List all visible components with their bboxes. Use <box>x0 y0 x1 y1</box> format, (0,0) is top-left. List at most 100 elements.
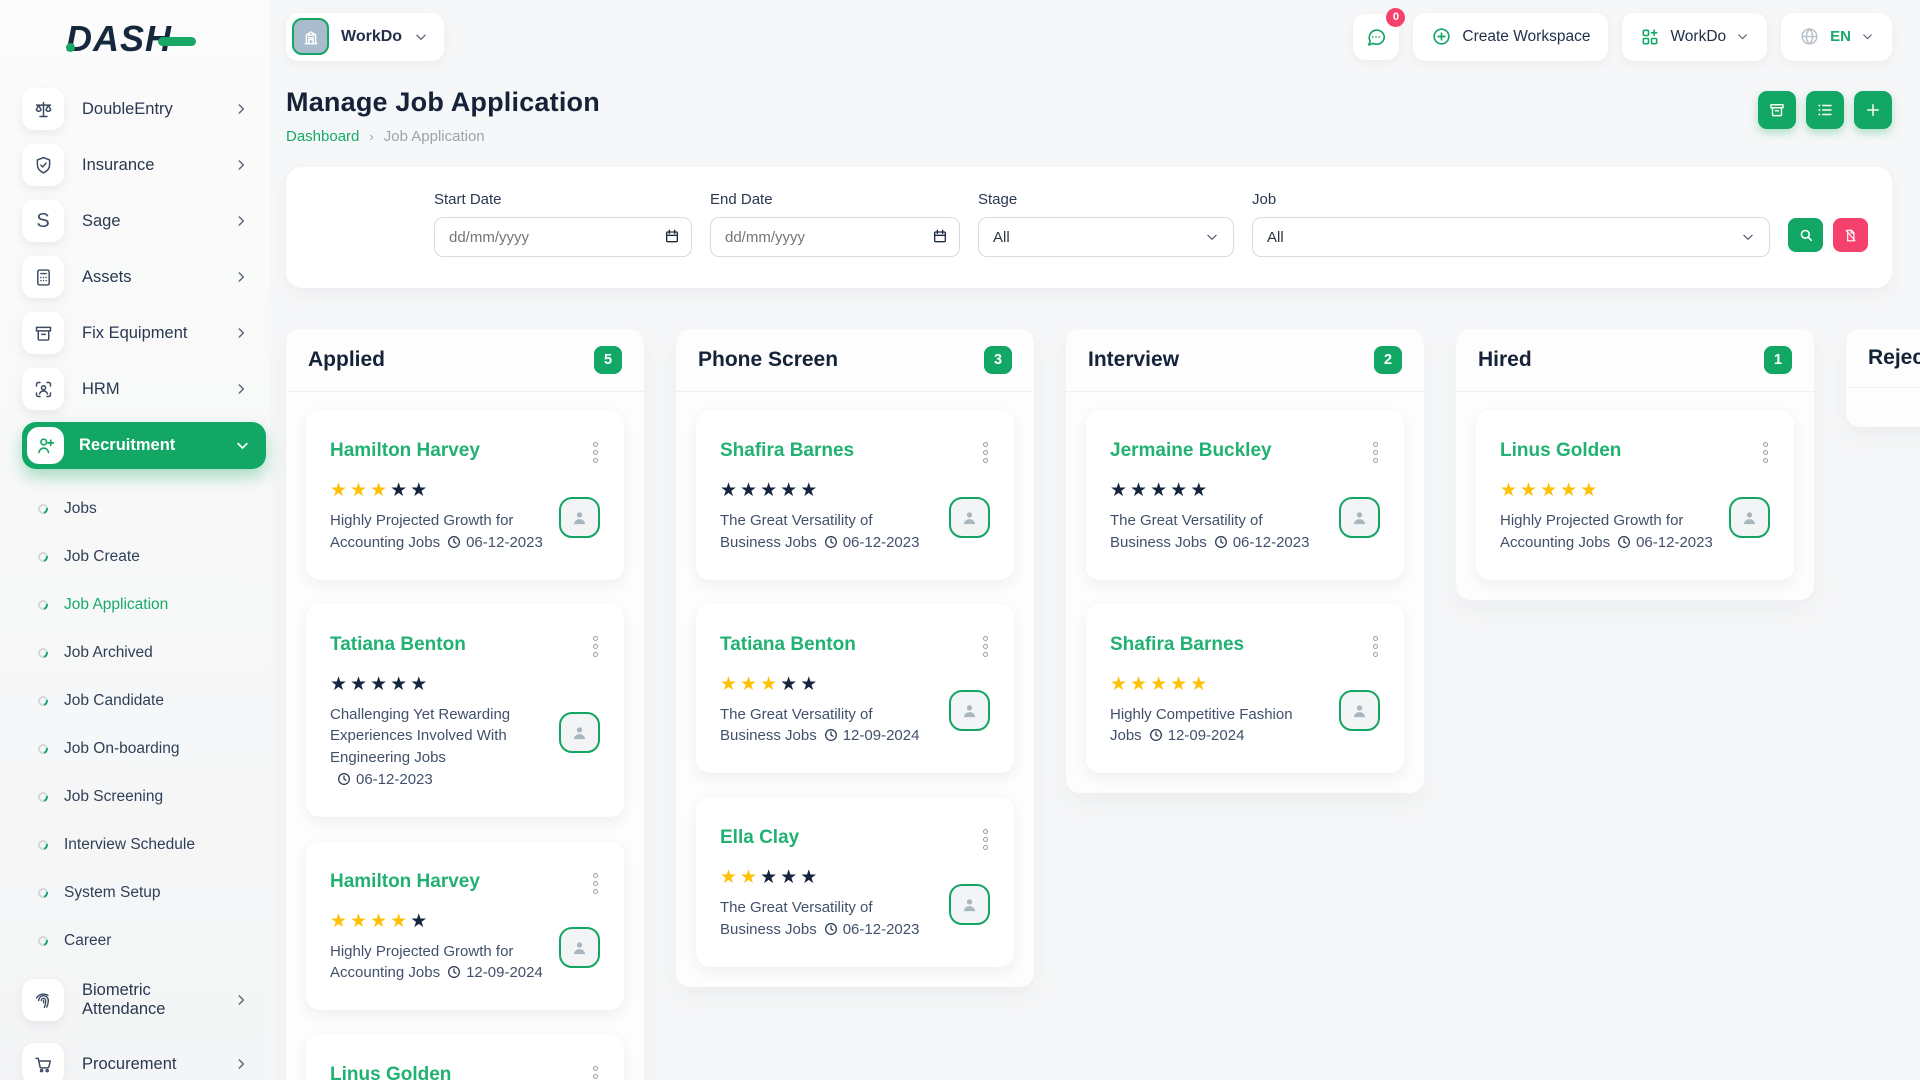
sidebar-item-job-application[interactable]: Job Application <box>22 581 270 629</box>
application-card[interactable]: Tatiana Benton ★★★★★ Challenging Yet Rew… <box>306 604 624 817</box>
candidate-name-link[interactable]: Ella Clay <box>720 827 799 849</box>
start-date-input[interactable] <box>434 217 692 257</box>
job-label: Job <box>1252 191 1770 208</box>
clock-icon <box>823 921 839 937</box>
candidate-name-link[interactable]: Hamilton Harvey <box>330 440 480 462</box>
candidate-avatar[interactable] <box>1729 497 1770 538</box>
application-card[interactable]: Shafira Barnes ★★★★★ The Great Versatili… <box>696 410 1014 580</box>
sidebar-item-interview-schedule[interactable]: Interview Schedule <box>22 821 270 869</box>
sidebar-item-jobs[interactable]: Jobs <box>22 485 270 533</box>
card-menu-icon[interactable] <box>591 634 600 659</box>
sidebar-item-job-screening[interactable]: Job Screening <box>22 773 270 821</box>
card-menu-icon[interactable] <box>1371 634 1380 659</box>
candidate-avatar[interactable] <box>1339 690 1380 731</box>
language-selector[interactable]: EN <box>1781 13 1892 61</box>
candidate-name-link[interactable]: Tatiana Benton <box>720 634 856 656</box>
person-frame-icon <box>22 368 64 410</box>
column-title: Applied <box>308 348 385 372</box>
stage-label: Stage <box>978 191 1234 208</box>
application-card[interactable]: Tatiana Benton ★★★★★ The Great Versatili… <box>696 604 1014 774</box>
card-menu-icon[interactable] <box>591 871 600 896</box>
clock-icon <box>446 534 462 550</box>
chat-bubble-icon <box>1365 26 1387 48</box>
card-menu-icon[interactable] <box>591 1064 600 1080</box>
candidate-name-link[interactable]: Linus Golden <box>1500 440 1621 462</box>
application-card[interactable]: Linus Golden ★★★★★ Highly Projected Grow… <box>1476 410 1794 580</box>
candidate-name-link[interactable]: Linus Golden <box>330 1064 451 1080</box>
application-card[interactable]: Shafira Barnes ★★★★★ Highly Competitive … <box>1086 604 1404 774</box>
sidebar-item-job-create[interactable]: Job Create <box>22 533 270 581</box>
list-view-button[interactable] <box>1806 91 1844 129</box>
candidate-avatar[interactable] <box>559 497 600 538</box>
card-menu-icon[interactable] <box>981 634 990 659</box>
column-title: Phone Screen <box>698 348 838 372</box>
person-icon <box>959 507 980 528</box>
sidebar-item-job-onboarding[interactable]: Job On-boarding <box>22 725 270 773</box>
breadcrumb-dashboard[interactable]: Dashboard <box>286 128 359 145</box>
card-menu-icon[interactable] <box>981 440 990 465</box>
topbar-actions: 0 Create Workspace WorkDo EN <box>1353 13 1892 61</box>
card-menu-icon[interactable] <box>1371 440 1380 465</box>
sidebar-item-system-setup[interactable]: System Setup <box>22 869 270 917</box>
candidate-name-link[interactable]: Shafira Barnes <box>720 440 854 462</box>
add-application-button[interactable] <box>1854 91 1892 129</box>
application-card[interactable]: Linus Golden <box>306 1034 624 1080</box>
sidebar-item-job-candidate[interactable]: Job Candidate <box>22 677 270 725</box>
card-menu-icon[interactable] <box>981 827 990 852</box>
sidebar-item-procurement[interactable]: Procurement <box>22 1041 270 1080</box>
application-card[interactable]: Ella Clay ★★★★★ The Great Versatility of… <box>696 797 1014 967</box>
application-card[interactable]: Hamilton Harvey ★★★★★ Highly Projected G… <box>306 841 624 1011</box>
sidebar-item-fix-equipment[interactable]: Fix Equipment <box>22 310 270 356</box>
sidebar-item-insurance[interactable]: Insurance <box>22 142 270 188</box>
candidate-avatar[interactable] <box>949 884 990 925</box>
sidebar-item-recruitment[interactable]: Recruitment <box>22 422 266 469</box>
file-slash-icon <box>1843 228 1858 243</box>
sidebar-item-doubleentry[interactable]: DoubleEntry <box>22 86 270 132</box>
end-date-input[interactable] <box>710 217 960 257</box>
application-card[interactable]: Jermaine Buckley ★★★★★ The Great Versati… <box>1086 410 1404 580</box>
candidate-name-link[interactable]: Tatiana Benton <box>330 634 466 656</box>
sidebar-item-career[interactable]: Career <box>22 917 270 965</box>
candidate-name-link[interactable]: Jermaine Buckley <box>1110 440 1272 462</box>
bullet-icon <box>36 886 50 900</box>
candidate-avatar[interactable] <box>1339 497 1380 538</box>
column-hired: Hired 1 Linus Golden ★★★★★ Highly Projec… <box>1456 329 1814 600</box>
candidate-avatar[interactable] <box>949 690 990 731</box>
search-button[interactable] <box>1788 218 1823 252</box>
create-workspace-button[interactable]: Create Workspace <box>1413 13 1608 61</box>
candidate-name-link[interactable]: Shafira Barnes <box>1110 634 1244 656</box>
plus-circle-icon <box>1431 26 1452 47</box>
main-content: Manage Job Application Dashboard › Job A… <box>270 73 1920 1080</box>
search-icon <box>1798 227 1814 243</box>
logo-dash-icon <box>158 37 196 46</box>
bullet-icon <box>36 742 50 756</box>
sidebar-item-job-archived[interactable]: Job Archived <box>22 629 270 677</box>
candidate-avatar[interactable] <box>559 712 600 753</box>
bullet-icon <box>36 790 50 804</box>
job-select[interactable]: All <box>1252 217 1770 257</box>
workspace-selector[interactable]: WorkDo <box>286 13 444 61</box>
stage-select[interactable]: All <box>978 217 1234 257</box>
sidebar-item-hrm[interactable]: HRM <box>22 366 270 412</box>
workdo-menu-button[interactable]: WorkDo <box>1622 13 1767 61</box>
archived-applications-button[interactable] <box>1758 91 1796 129</box>
sidebar-item-assets[interactable]: Assets <box>22 254 270 300</box>
card-menu-icon[interactable] <box>1761 440 1770 465</box>
dash-logo[interactable]: DASH <box>22 18 270 60</box>
candidate-name-link[interactable]: Hamilton Harvey <box>330 871 480 893</box>
chevron-down-icon <box>1205 230 1219 244</box>
reset-filter-button[interactable] <box>1833 218 1868 252</box>
bullet-icon <box>36 598 50 612</box>
messages-button[interactable]: 0 <box>1353 14 1399 60</box>
candidate-avatar[interactable] <box>559 927 600 968</box>
candidate-avatar[interactable] <box>949 497 990 538</box>
chevron-down-icon <box>1741 230 1755 244</box>
chevron-down-icon <box>235 438 250 453</box>
calendar-icon[interactable] <box>932 228 948 244</box>
breadcrumb: Dashboard › Job Application <box>286 128 600 145</box>
calendar-icon[interactable] <box>664 228 680 244</box>
sidebar-item-biometric-attendance[interactable]: Biometric Attendance <box>22 969 270 1031</box>
sidebar-item-sage[interactable]: S Sage <box>22 198 270 244</box>
card-menu-icon[interactable] <box>591 440 600 465</box>
application-card[interactable]: Hamilton Harvey ★★★★★ Highly Projected G… <box>306 410 624 580</box>
